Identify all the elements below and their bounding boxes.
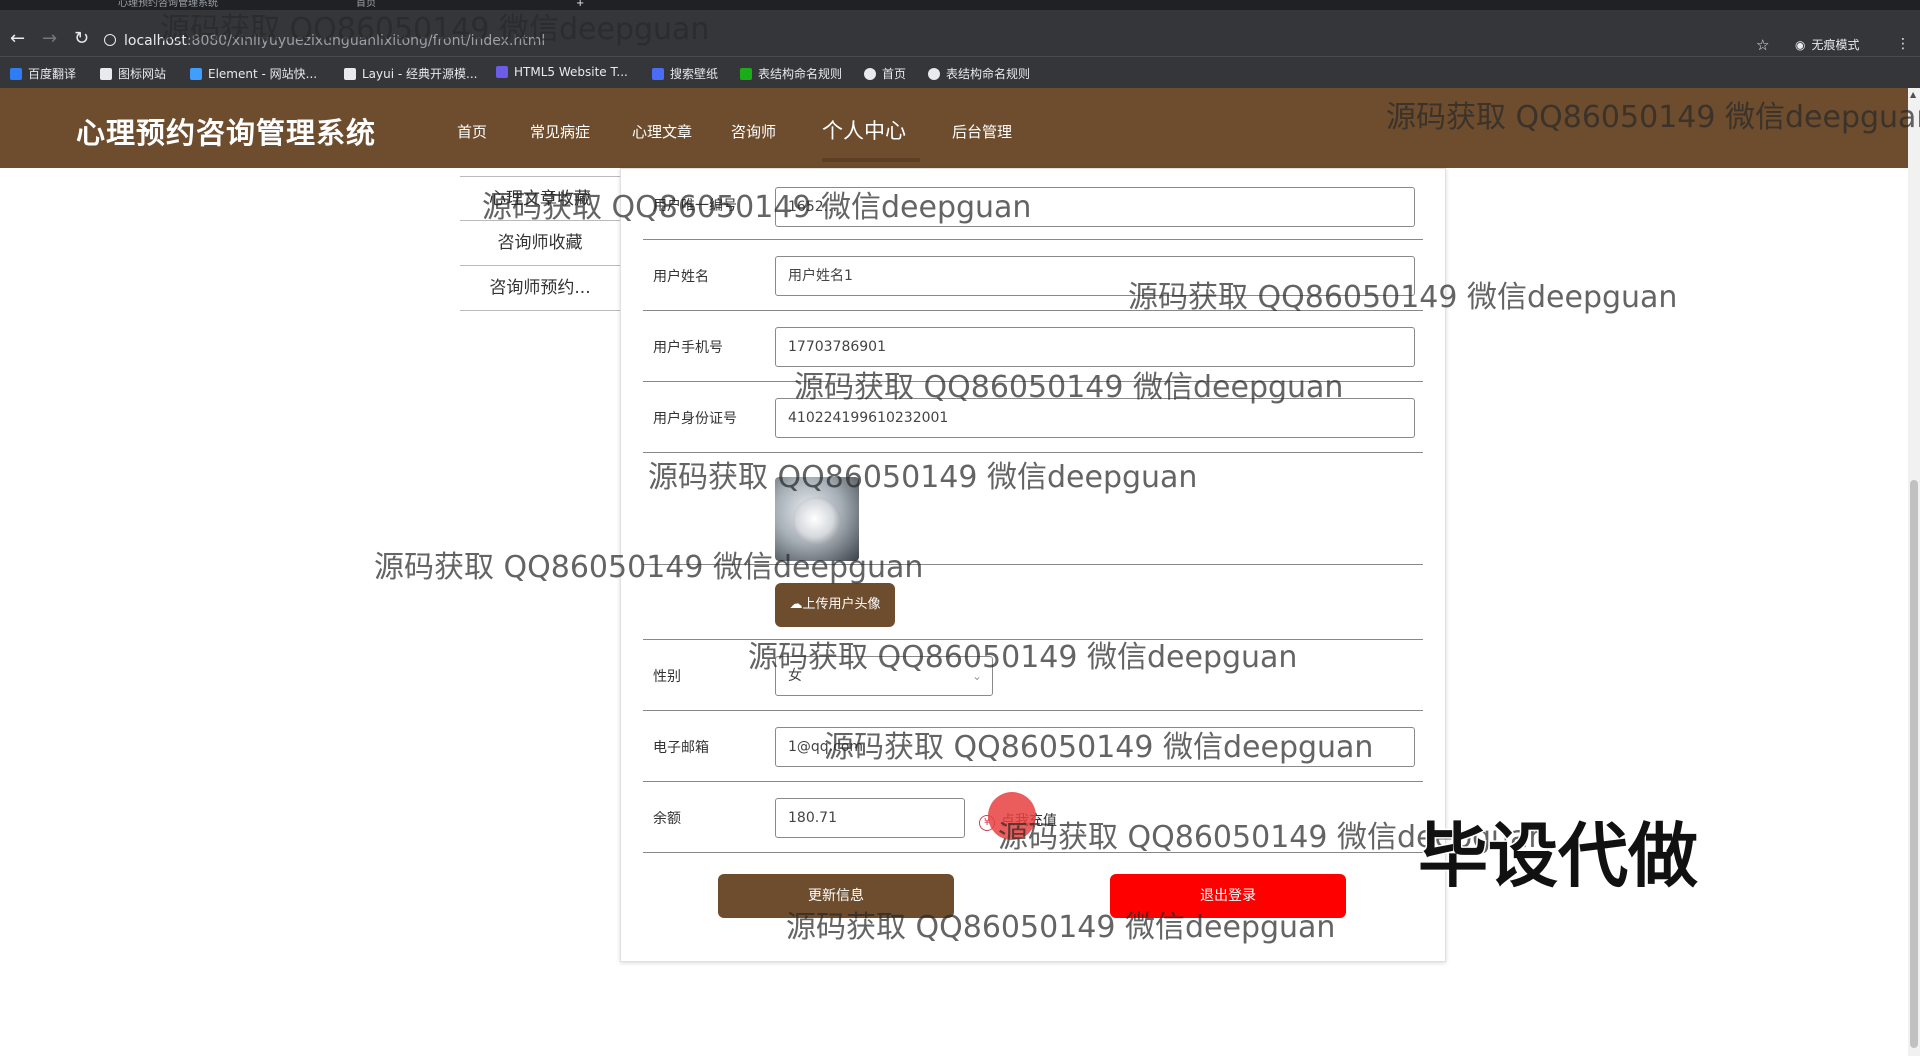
bookmark-label: 表结构命名规则: [946, 67, 1031, 81]
bookmark-label: 搜索壁纸: [670, 67, 719, 81]
nav-counselors[interactable]: 咨询师: [731, 121, 776, 142]
bookmark-label: 首页: [882, 67, 907, 81]
form-row-user-name: 用户姓名 用户姓名1: [643, 240, 1423, 311]
menu-article-favorites[interactable]: 心理文章收藏: [460, 176, 620, 221]
bookmark-favicon-icon: [344, 68, 356, 80]
reload-icon[interactable]: ↻: [74, 30, 89, 48]
incognito-indicator[interactable]: ◉ 无痕模式: [1795, 36, 1860, 53]
bookmark-star-icon[interactable]: ☆: [1756, 36, 1769, 54]
bookmark-label: 表结构命名规则: [758, 67, 843, 81]
nav-active-indicator: [822, 158, 920, 162]
cloud-upload-icon: ☁: [789, 597, 803, 612]
bookmark-item[interactable]: 首页: [864, 65, 906, 82]
url-host: localhost: [124, 33, 187, 49]
bookmark-favicon-icon: [190, 68, 202, 80]
email-label: 电子邮箱: [653, 740, 709, 756]
avatar-image: [775, 477, 859, 561]
email-field[interactable]: 1@qq.com: [775, 727, 1415, 767]
form-row-email: 电子邮箱 1@qq.com: [643, 711, 1423, 782]
form-row-upload: ☁上传用户头像: [643, 565, 1423, 640]
update-info-button[interactable]: 更新信息: [718, 874, 954, 918]
balance-label: 余额: [653, 811, 681, 827]
browser-menu-icon[interactable]: ⋮: [1896, 36, 1910, 52]
bookmark-label: HTML5 Website T...: [514, 65, 628, 79]
site-title: 心理预约咨询管理系统: [76, 116, 377, 150]
scroll-thumb[interactable]: [1910, 480, 1918, 1048]
id-card-label: 用户身份证号: [653, 411, 737, 427]
bookmark-item[interactable]: 搜索壁纸: [652, 65, 718, 82]
user-name-field[interactable]: 用户姓名1: [775, 256, 1415, 296]
form-row-user-id: 用户唯一编号 1652...: [643, 169, 1423, 240]
incognito-label: 无痕模式: [1811, 38, 1860, 52]
bookmark-favicon-icon: [496, 66, 508, 78]
browser-toolbar: ← → ↻ localhost:8080/xinliyuyuezixunguan…: [0, 10, 1920, 56]
bookmarks-bar: 百度翻译 图标网站 Element - 网站快... Layui - 经典开源模…: [0, 56, 1920, 88]
form-row-gender: 性别 女 ⌄: [643, 640, 1423, 711]
user-name-label: 用户姓名: [653, 269, 709, 285]
gender-select[interactable]: 女 ⌄: [775, 656, 993, 696]
address-bar[interactable]: localhost:8080/xinliyuyuezixunguanlixito…: [104, 33, 545, 49]
site-header: 心理预约咨询管理系统 首页 常见病症 心理文章 咨询师 个人中心 后台管理: [0, 88, 1908, 168]
click-indicator: [988, 792, 1036, 840]
upload-avatar-button[interactable]: ☁上传用户头像: [775, 583, 895, 627]
form-row-phone: 用户手机号 17703786901: [643, 311, 1423, 382]
url-path: :8080/xinliyuyuezixunguanlixitong/front/…: [186, 33, 546, 49]
chevron-down-icon: ⌄: [971, 669, 982, 683]
phone-field[interactable]: 17703786901: [775, 327, 1415, 367]
bookmark-item[interactable]: Layui - 经典开源模...: [344, 65, 477, 82]
bookmark-globe-icon: [864, 68, 876, 80]
upload-avatar-label: 上传用户头像: [802, 597, 881, 612]
menu-counselor-favorites[interactable]: 咨询师收藏: [460, 221, 620, 266]
bookmark-item[interactable]: 表结构命名规则: [740, 65, 842, 82]
form-row-id-card: 用户身份证号 410224199610232001: [643, 382, 1423, 453]
info-icon[interactable]: [104, 34, 116, 46]
bookmark-favicon-icon: [740, 68, 752, 80]
profile-form-panel: 用户唯一编号 1652... 用户姓名 用户姓名1 用户手机号 17703786…: [620, 168, 1446, 962]
form-row-avatar: [643, 453, 1423, 565]
nav-articles[interactable]: 心理文章: [632, 121, 692, 142]
bookmark-favicon-icon: [10, 68, 22, 80]
promo-overlay: 毕设代做: [1417, 814, 1700, 899]
nav-admin[interactable]: 后台管理: [952, 121, 1012, 142]
gender-value: 女: [788, 668, 802, 684]
bookmark-label: 图标网站: [118, 67, 167, 81]
bookmark-label: 百度翻译: [28, 67, 77, 81]
page-scrollbar[interactable]: ▲: [1908, 88, 1920, 1056]
bookmark-item[interactable]: 表结构命名规则: [928, 65, 1030, 82]
bookmark-item[interactable]: 百度翻译: [10, 65, 76, 82]
incognito-icon: ◉: [1795, 38, 1806, 52]
bookmark-item[interactable]: 图标网站: [100, 65, 166, 82]
forward-icon[interactable]: →: [42, 30, 57, 48]
id-card-field[interactable]: 410224199610232001: [775, 398, 1415, 438]
bookmark-item[interactable]: Element - 网站快...: [190, 65, 317, 82]
browser-tab-strip: 心理预约咨询管理系统 首页 +: [0, 0, 1920, 10]
browser-tab-1[interactable]: 心理预约咨询管理系统: [118, 0, 218, 10]
bookmark-flag-icon: [100, 68, 112, 80]
user-id-field[interactable]: 1652...: [775, 187, 1415, 227]
gender-label: 性别: [653, 669, 681, 685]
nav-personal-center[interactable]: 个人中心: [822, 115, 906, 145]
nav-common-diseases[interactable]: 常见病症: [530, 121, 590, 142]
bookmark-favicon-icon: [652, 68, 664, 80]
scroll-up-icon[interactable]: ▲: [1910, 90, 1916, 99]
bookmark-item[interactable]: HTML5 Website T...: [496, 65, 628, 79]
back-icon[interactable]: ←: [10, 30, 25, 48]
personal-side-menu: 心理文章收藏 咨询师收藏 咨询师预约...: [460, 176, 620, 311]
bookmark-label: Element - 网站快...: [208, 67, 318, 81]
bookmark-label: Layui - 经典开源模...: [362, 67, 478, 81]
menu-counselor-appointments[interactable]: 咨询师预约...: [460, 266, 620, 311]
phone-label: 用户手机号: [653, 340, 723, 356]
nav-home[interactable]: 首页: [457, 121, 487, 142]
bookmark-globe-icon: [928, 68, 940, 80]
browser-tab-2[interactable]: 首页: [356, 0, 376, 10]
balance-field[interactable]: 180.71: [775, 798, 965, 838]
user-id-label: 用户唯一编号: [653, 198, 737, 214]
new-tab-icon[interactable]: +: [576, 0, 584, 10]
logout-button[interactable]: 退出登录: [1110, 874, 1346, 918]
